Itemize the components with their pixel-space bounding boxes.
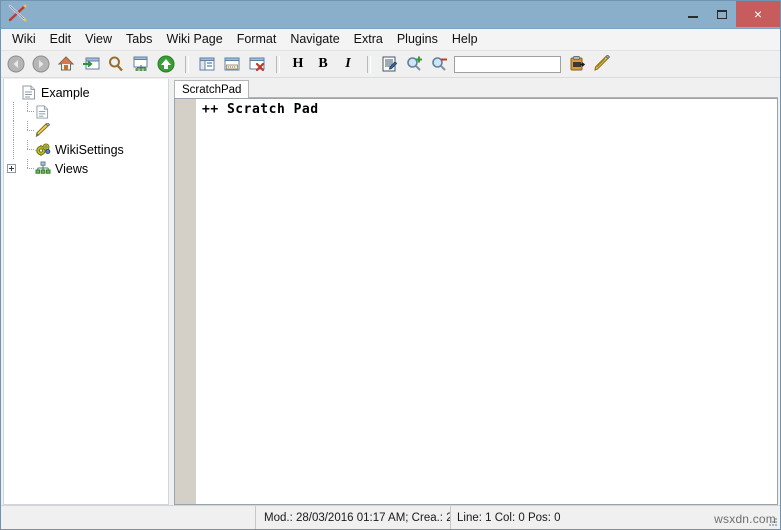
heading-button[interactable]: H	[286, 53, 310, 76]
toggle-editor-icon[interactable]	[220, 53, 244, 76]
zoom-in-icon[interactable]	[402, 53, 426, 76]
toggle-tree-icon[interactable]	[195, 53, 219, 76]
bold-button[interactable]: B	[311, 53, 335, 76]
editor-gutter	[175, 99, 196, 504]
italic-button[interactable]: I	[336, 53, 360, 76]
open-wiki-word-icon[interactable]	[79, 53, 103, 76]
title-bar: ×	[1, 1, 780, 29]
preview-icon[interactable]	[377, 53, 401, 76]
tree-item-scratchpad[interactable]	[4, 121, 168, 140]
gears-icon	[34, 141, 51, 158]
home-icon[interactable]	[54, 53, 78, 76]
pencil-icon	[34, 122, 51, 139]
zoom-out-icon[interactable]	[427, 53, 451, 76]
page-icon	[20, 84, 37, 101]
separator-2	[276, 55, 280, 73]
back-icon[interactable]	[4, 53, 28, 76]
tree-item-label: Views	[55, 161, 89, 176]
status-bar: Mod.: 28/03/2016 01:17 AM; Crea.: 28/03/…	[1, 505, 780, 529]
search-icon[interactable]	[104, 53, 128, 76]
edit-formula-icon[interactable]	[590, 53, 614, 76]
menu-item-edit[interactable]: Edit	[43, 30, 79, 49]
page-icon	[34, 103, 51, 120]
tree-item-label: WikiSettings	[55, 142, 124, 157]
tab-strip-filler	[249, 80, 778, 98]
editor-panel: ScratchPad ++ Scratch Pad	[174, 79, 778, 505]
bold-button-label: B	[318, 56, 328, 71]
menu-item-help[interactable]: Help	[445, 30, 485, 49]
heading-button-label: H	[292, 56, 304, 71]
menu-item-navigate[interactable]: Navigate	[283, 30, 346, 49]
tree-item-label: Example	[41, 85, 90, 100]
separator-1	[185, 55, 189, 73]
menu-item-wiki-page[interactable]: Wiki Page	[159, 30, 229, 49]
wiki-tree-panel[interactable]: Example WikiSettings Views	[3, 79, 169, 505]
close-button[interactable]: ×	[736, 1, 780, 27]
crossed-pencils-icon	[5, 2, 31, 26]
menu-item-format[interactable]: Format	[230, 30, 284, 49]
minimize-button[interactable]	[678, 1, 707, 27]
status-message-cell	[1, 506, 256, 529]
tree-item-views[interactable]: Views	[4, 159, 168, 178]
forward-icon[interactable]	[29, 53, 53, 76]
tree-item-wikisettings[interactable]: WikiSettings	[4, 140, 168, 159]
tree-item-example[interactable]: Example	[4, 83, 168, 102]
menu-item-wiki[interactable]: Wiki	[5, 30, 43, 49]
editor-text-area[interactable]: ++ Scratch Pad	[196, 99, 777, 504]
menu-item-tabs[interactable]: Tabs	[119, 30, 159, 49]
tree-item-blank-page[interactable]	[4, 102, 168, 121]
clipboard-catcher-icon[interactable]	[565, 53, 589, 76]
menu-bar: Wiki Edit View Tabs Wiki Page Format Nav…	[1, 29, 780, 51]
main-content: Example WikiSettings Views ScratchPad ++…	[1, 78, 780, 505]
italic-button-label: I	[345, 56, 351, 71]
tree-expander[interactable]	[6, 159, 20, 178]
toolbar: H B I	[1, 51, 780, 78]
menu-item-extra[interactable]: Extra	[347, 30, 390, 49]
maximize-button[interactable]	[707, 1, 736, 27]
application-window: × Wiki Edit View Tabs Wiki Page Format N…	[0, 0, 781, 530]
quick-search-input[interactable]	[454, 55, 561, 73]
separator-3	[367, 55, 371, 73]
close-tab-icon[interactable]	[245, 53, 269, 76]
menu-item-view[interactable]: View	[78, 30, 119, 49]
tab-scratchpad[interactable]: ScratchPad	[174, 80, 250, 98]
up-arrow-icon[interactable]	[154, 53, 178, 76]
menu-item-plugins[interactable]: Plugins	[390, 30, 445, 49]
view-parents-icon[interactable]	[129, 53, 153, 76]
window-controls: ×	[678, 1, 780, 27]
watermark: wsxdn.com	[714, 512, 776, 526]
status-dates: Mod.: 28/03/2016 01:17 AM; Crea.: 28/03/…	[256, 506, 451, 529]
tab-strip: ScratchPad	[174, 79, 778, 98]
editor-container: ++ Scratch Pad	[174, 98, 778, 505]
hierarchy-icon	[34, 160, 51, 177]
